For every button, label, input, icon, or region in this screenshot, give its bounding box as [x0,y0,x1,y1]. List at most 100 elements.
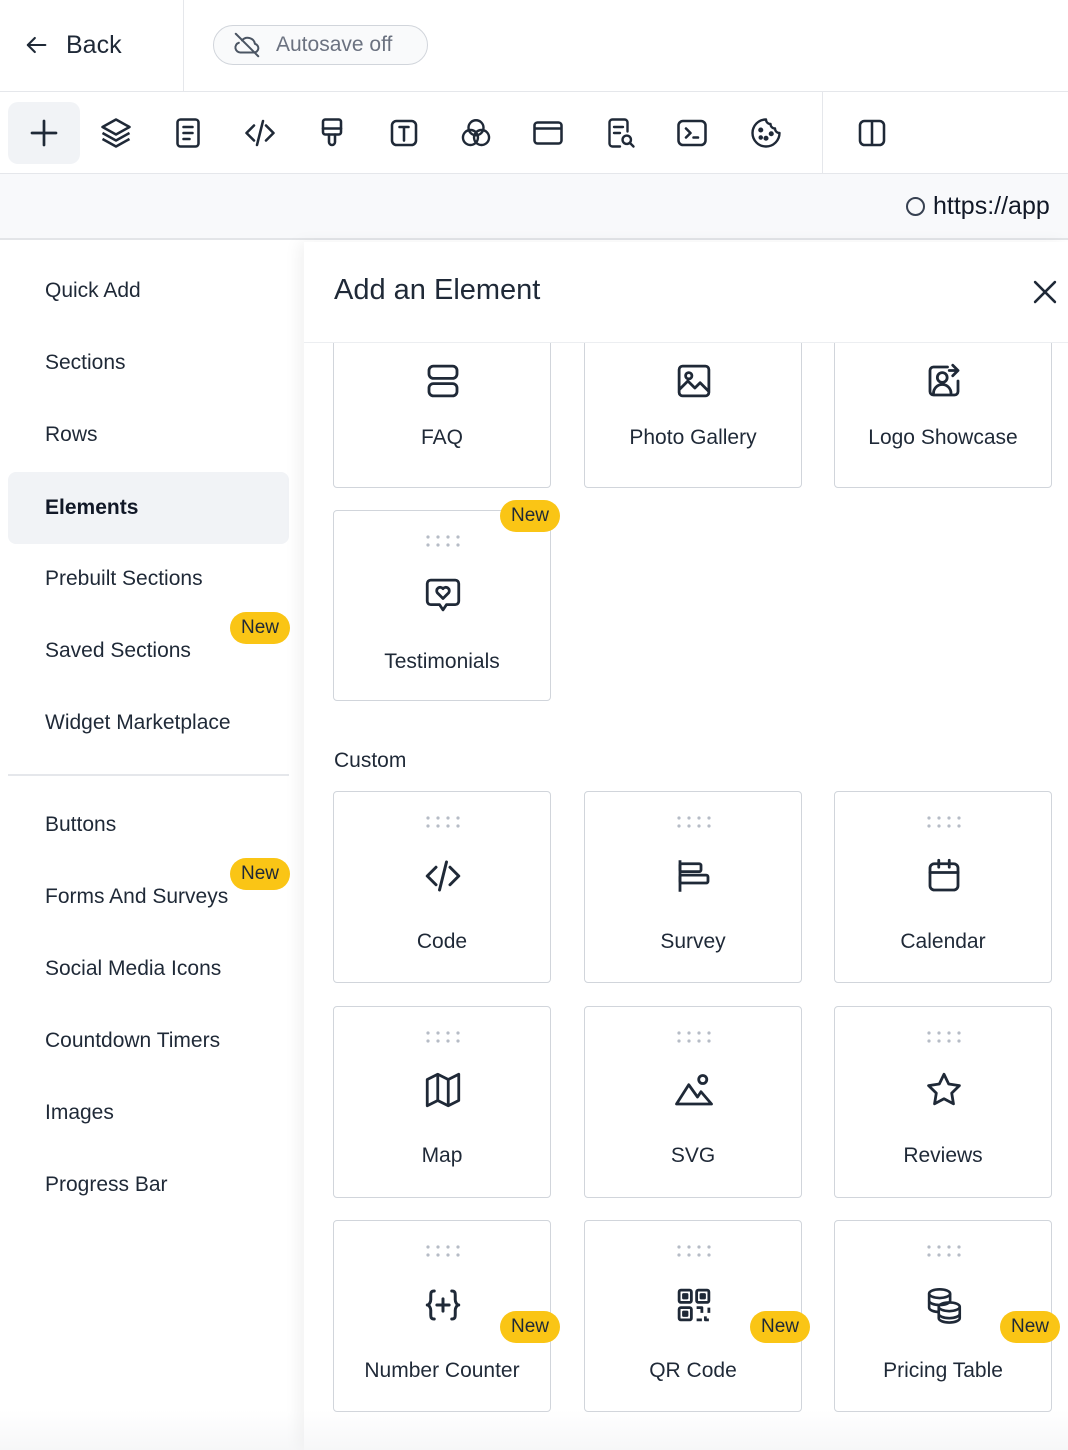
toolbar-split-view-button[interactable] [836,102,908,164]
sidebar-item-quick-add[interactable]: Quick Add [8,255,289,327]
browser-window-icon [533,121,563,145]
element-card-map[interactable]: Map [333,1006,551,1198]
sidebar-item-progress-bar[interactable]: Progress Bar [8,1149,289,1221]
new-badge: New [500,1311,561,1343]
element-card-label: Calendar [900,930,986,953]
element-card-logo-showcase[interactable]: Logo Showcase [834,343,1052,488]
element-card-survey[interactable]: Survey [584,791,802,983]
element-card-code[interactable]: Code [333,791,551,983]
element-grid-scroll[interactable]: FAQ Photo Gallery Logo Showcase Testimon… [304,343,1068,1450]
sidebar-item-countdown-timers[interactable]: Countdown Timers [8,1005,289,1077]
drag-handle-icon [677,1245,711,1257]
paint-brush-icon [321,118,343,147]
element-card-svg[interactable]: SVG [584,1006,802,1198]
toolbar-layout-button[interactable] [512,102,584,164]
code-icon [245,119,275,147]
sidebar-item-widget-marketplace[interactable]: Widget Marketplace [8,687,289,759]
sidebar-item-label: Progress Bar [45,1173,168,1196]
element-card-label: Reviews [903,1144,983,1167]
element-card-faq[interactable]: FAQ [333,343,551,488]
drag-handle-icon [927,1031,961,1043]
toolbar-layers-button[interactable] [80,102,152,164]
element-card-label: QR Code [649,1359,737,1382]
calendar-icon [923,855,965,897]
map-icon [422,1069,464,1111]
logo-showcase-icon [923,360,965,402]
toolbar-code-button[interactable] [224,102,296,164]
sidebar-item-label: Forms And Surveys [45,885,229,908]
element-category-sidebar: Quick Add Sections Rows Elements Prebuil… [0,242,304,1450]
split-view-icon [858,119,886,147]
photo-gallery-icon [673,360,715,402]
sidebar-item-buttons[interactable]: Buttons [8,789,289,861]
new-badge: New [1000,1311,1061,1343]
add-icon [30,119,58,147]
code-icon [422,855,464,897]
drag-handle-icon [426,535,460,547]
autosave-toggle[interactable]: Autosave off [213,25,428,65]
sidebar-item-label: Rows [45,423,98,446]
svg-mountain-icon [673,1069,715,1111]
element-card-label: FAQ [420,426,463,449]
drag-handle-icon [677,1031,711,1043]
sidebar-item-label: Quick Add [45,279,141,302]
sidebar-item-sections[interactable]: Sections [8,327,289,399]
page-icon [176,118,200,148]
toolbar-typography-button[interactable] [368,102,440,164]
panel-title: Add an Element [334,274,541,306]
globe-icon [906,197,925,216]
colors-icon [461,119,491,147]
sidebar-item-elements[interactable]: Elements [8,472,289,544]
section-label-custom: Custom [334,749,407,772]
toolbar-tracking-button[interactable] [656,102,728,164]
sidebar-item-label: Widget Marketplace [45,711,231,734]
back-button[interactable]: Back [22,26,122,64]
element-card-label: Survey [660,930,726,953]
divider [183,0,184,92]
drag-handle-icon [927,816,961,828]
toolbar-style-button[interactable] [296,102,368,164]
toolbar-add-button[interactable] [8,102,80,164]
toolbar-cookie-button[interactable] [730,102,802,164]
sidebar-item-prebuilt-sections[interactable]: Prebuilt Sections [8,543,289,615]
new-badge: New [750,1311,811,1343]
sidebar-item-label: Social Media Icons [45,957,222,980]
sidebar-item-label: Elements [45,496,139,519]
close-button[interactable] [1028,275,1062,309]
element-card-label: SVG [670,1144,716,1167]
toolbar-colors-button[interactable] [440,102,512,164]
pricing-table-icon [923,1284,965,1326]
element-card-label: Code [416,930,468,953]
drag-handle-icon [426,816,460,828]
sidebar-item-rows[interactable]: Rows [8,399,289,471]
element-card-reviews[interactable]: Reviews [834,1006,1052,1198]
sidebar-item-images[interactable]: Images [8,1077,289,1149]
sidebar-item-social-media-icons[interactable]: Social Media Icons [8,933,289,1005]
sidebar-item-label: Buttons [45,813,117,836]
drag-handle-icon [426,1031,460,1043]
element-card-label: Logo Showcase [868,426,1018,449]
element-card-label: Pricing Table [883,1359,1003,1382]
element-card-photo-gallery[interactable]: Photo Gallery [584,343,802,488]
back-label: Back [66,30,122,59]
new-badge: New [500,500,561,532]
autosave-label: Autosave off [276,33,393,56]
element-card-label: Photo Gallery [629,426,757,449]
star-icon [923,1069,965,1111]
sidebar-item-label: Countdown Timers [45,1029,221,1052]
typography-icon [390,119,418,147]
arrow-left-icon [26,36,47,54]
qr-code-icon [673,1284,715,1326]
toolbar-pages-button[interactable] [152,102,224,164]
toolbar-seo-button[interactable] [584,102,656,164]
divider [822,92,823,174]
terminal-icon [677,119,707,147]
element-card-testimonials[interactable]: Testimonials [333,510,551,701]
preview-url[interactable]: https://app [906,192,1050,221]
sidebar-item-label: Saved Sections [45,639,191,662]
sidebar-item-label: Prebuilt Sections [45,567,203,590]
preview-url-bar: https://app [0,174,1068,240]
add-element-panel: Add an Element FAQ Photo Gallery Logo Sh… [304,242,1068,1450]
element-card-calendar[interactable]: Calendar [834,791,1052,983]
divider [8,774,289,776]
